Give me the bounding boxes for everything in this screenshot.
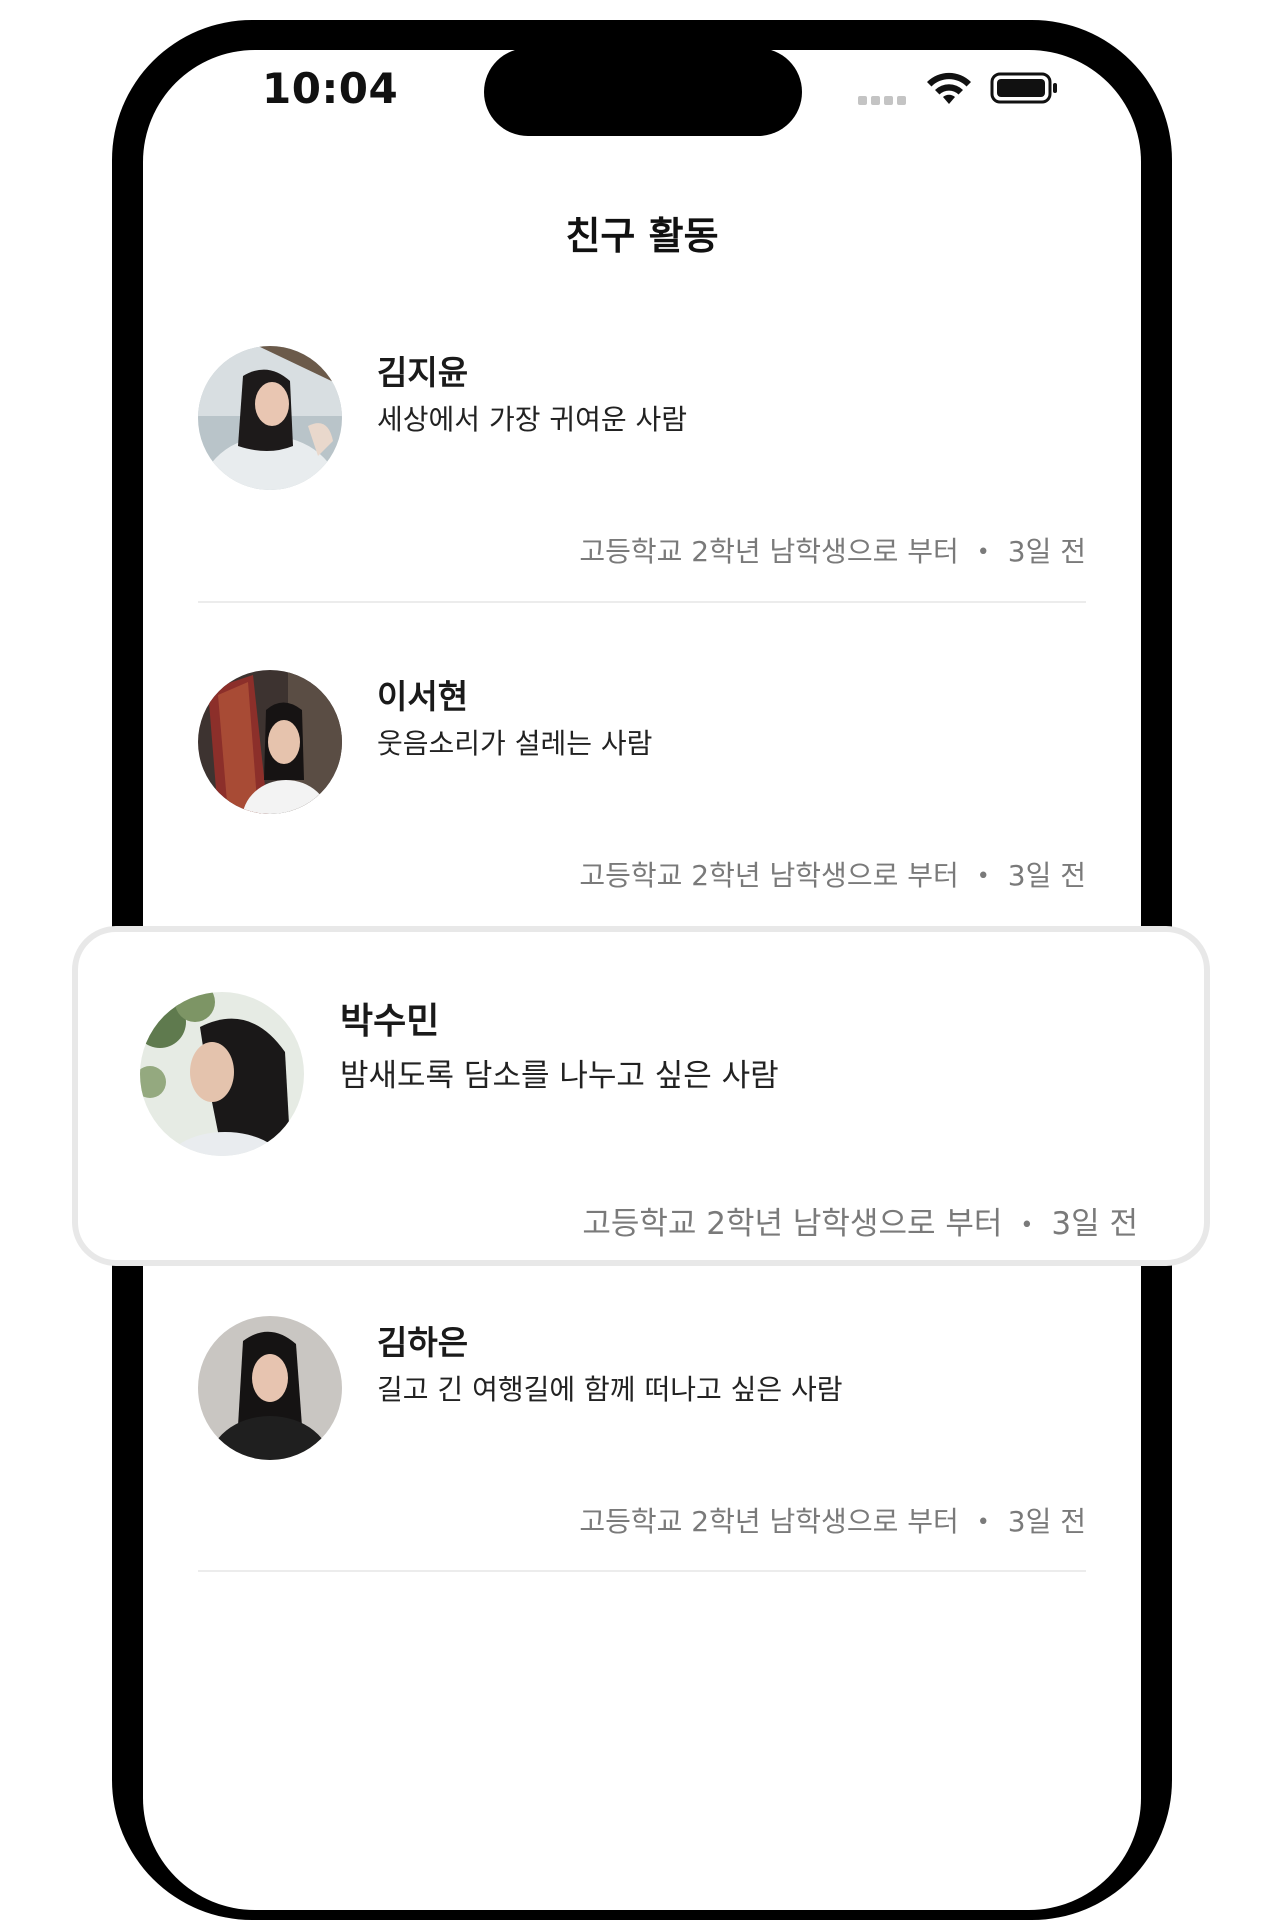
separator-dot: • — [976, 540, 990, 565]
avatar — [140, 992, 304, 1156]
activity-meta: 고등학교 2학년 남학생으로 부터 • 3일 전 — [579, 530, 1086, 570]
dynamic-island — [484, 48, 802, 136]
friend-description: 길고 긴 여행길에 함께 떠나고 싶은 사람 — [377, 1373, 843, 1406]
divider — [198, 601, 1086, 603]
activity-item[interactable]: 이서현 웃음소리가 설레는 사람 고등학교 2학년 남학생으로 부터 • 3일 전 — [0, 670, 1284, 970]
friend-name: 김지윤 — [377, 353, 469, 392]
activity-item[interactable]: 박수민 밤새도록 담소를 나누고 싶은 사람 고등학교 2학년 남학생으로 부터… — [0, 992, 1284, 1292]
avatar — [198, 1316, 342, 1460]
friend-description: 웃음소리가 설레는 사람 — [377, 727, 653, 760]
wifi-icon — [927, 72, 971, 104]
activity-source: 고등학교 2학년 남학생으로 부터 — [579, 1505, 959, 1538]
activity-source: 고등학교 2학년 남학생으로 부터 — [579, 535, 959, 568]
activity-time: 3일 전 — [1051, 1206, 1138, 1242]
activity-source: 고등학교 2학년 남학생으로 부터 — [582, 1206, 1003, 1242]
friend-description: 밤새도록 담소를 나누고 싶은 사람 — [340, 1058, 779, 1094]
battery-icon — [990, 72, 1057, 104]
activity-meta: 고등학교 2학년 남학생으로 부터 • 3일 전 — [582, 1198, 1138, 1243]
friend-name: 김하은 — [377, 1323, 469, 1362]
activity-meta: 고등학교 2학년 남학생으로 부터 • 3일 전 — [579, 854, 1086, 894]
activity-time: 3일 전 — [1007, 859, 1086, 892]
friend-name: 박수민 — [340, 1001, 440, 1042]
cellular-signal-icon — [858, 94, 912, 106]
separator-dot: • — [1020, 1213, 1034, 1238]
page-title: 친구 활동 — [565, 214, 719, 258]
separator-dot: • — [976, 1510, 990, 1535]
friend-description: 세상에서 가장 귀여운 사람 — [377, 403, 688, 436]
divider — [198, 1570, 1086, 1572]
friend-name: 이서현 — [377, 677, 469, 716]
activity-meta: 고등학교 2학년 남학생으로 부터 • 3일 전 — [579, 1500, 1086, 1540]
avatar — [198, 346, 342, 490]
status-time: 10:04 — [262, 64, 399, 113]
avatar — [198, 670, 342, 814]
activity-time: 3일 전 — [1007, 1505, 1086, 1538]
separator-dot: • — [976, 864, 990, 889]
activity-time: 3일 전 — [1007, 535, 1086, 568]
activity-source: 고등학교 2학년 남학생으로 부터 — [579, 859, 959, 892]
